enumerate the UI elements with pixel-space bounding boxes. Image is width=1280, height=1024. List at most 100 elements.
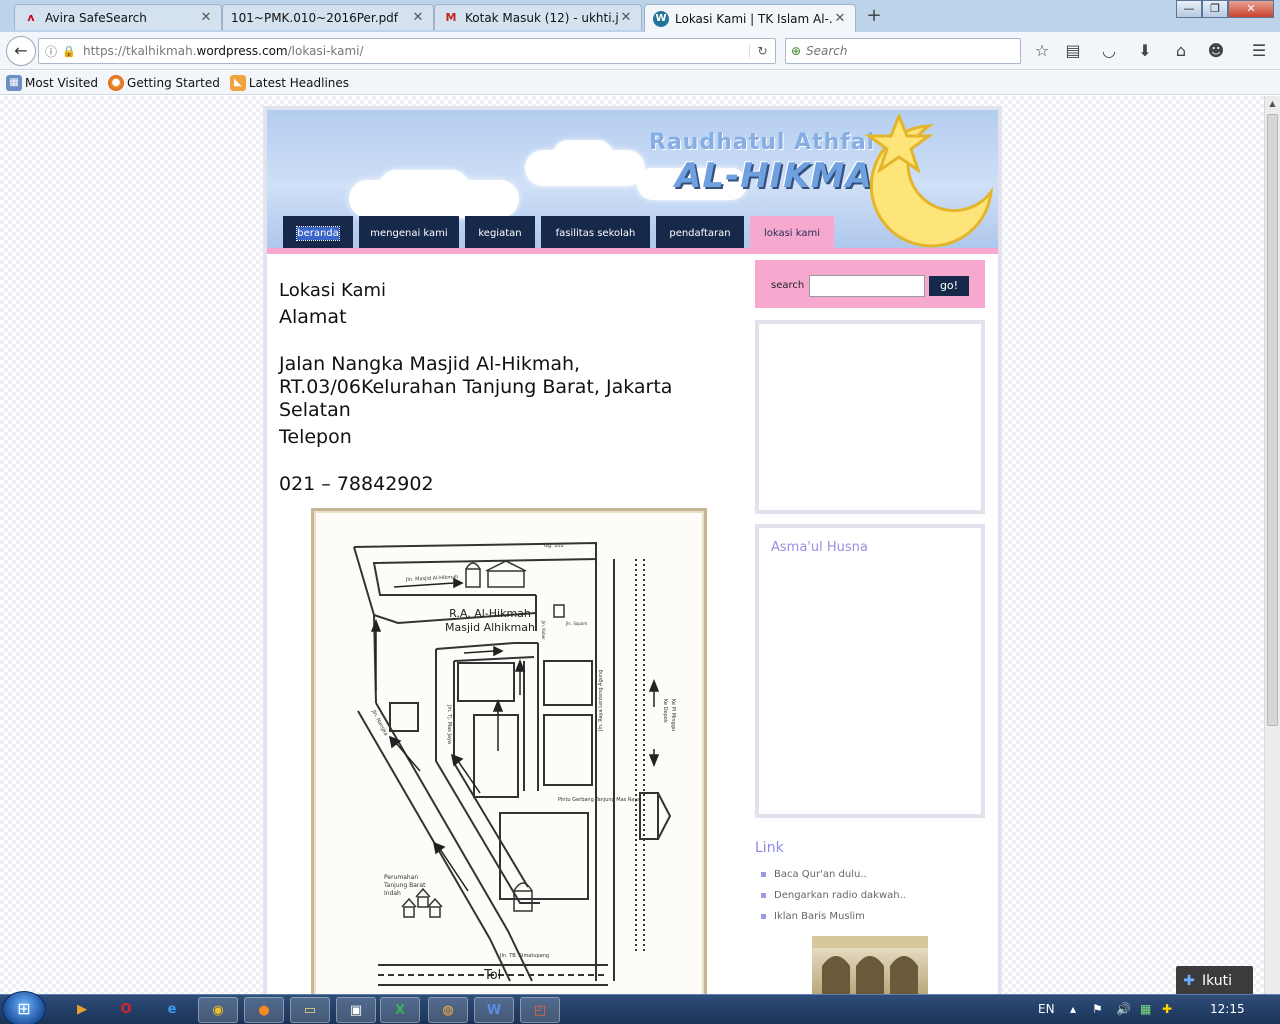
cloud — [379, 170, 469, 204]
app-icon[interactable]: ▣ — [336, 997, 376, 1023]
go-button[interactable]: go! — [929, 276, 969, 296]
firefox-icon: ● — [108, 74, 125, 91]
menu-icon[interactable]: ☰ — [1248, 40, 1270, 62]
network-icon[interactable]: ▦ — [1140, 1002, 1151, 1016]
url-domain: wordpress.com — [196, 44, 288, 58]
nav-pendaftaran[interactable]: pendaftaran — [656, 216, 744, 248]
minimize-button[interactable]: — — [1176, 0, 1202, 18]
widget-title: Asma'ul Husna — [771, 540, 868, 555]
nav-label: fasilitas sekolah — [555, 228, 636, 239]
chat-icon[interactable]: ☻ — [1205, 40, 1227, 62]
internet-explorer-icon[interactable]: e — [152, 997, 192, 1023]
link-item[interactable]: Dengarkan radio dakwah.. — [761, 890, 906, 901]
search-input[interactable] — [806, 44, 1006, 58]
map-housing-label: Tanjung Barat — [383, 882, 426, 889]
map-road-label: Gg. 102 — [544, 543, 564, 549]
bookmarks-toolbar: ▦ Most Visited ● Getting Started ◣ Lates… — [0, 71, 1280, 95]
bookmark-most-visited[interactable]: ▦ Most Visited — [6, 74, 98, 91]
address-bar[interactable]: ⓘ 🔒 https://tkalhikmah.wordpress.com/lok… — [38, 38, 776, 64]
address-line: Selatan — [279, 399, 351, 421]
tab-gmail[interactable]: M Kotak Masuk (12) - ukhti.ju... ✕ — [434, 4, 642, 30]
bookmark-label: Getting Started — [127, 75, 220, 90]
navigation-toolbar: ← ⓘ 🔒 https://tkalhikmah.wordpress.com/l… — [0, 32, 1280, 70]
bookmark-star-icon[interactable]: ☆ — [1031, 40, 1053, 62]
scroll-up-icon[interactable]: ▲ — [1265, 96, 1280, 112]
vertical-scrollbar[interactable]: ▲ — [1264, 96, 1280, 994]
nav-kegiatan[interactable]: kegiatan — [465, 216, 535, 248]
bookmarks-menu-icon[interactable]: ▤ — [1062, 40, 1084, 62]
bullet-icon — [761, 913, 766, 919]
home-icon[interactable]: ⌂ — [1170, 40, 1192, 62]
reload-icon[interactable]: ↻ — [749, 44, 775, 58]
nav-beranda[interactable]: beranda — [283, 216, 353, 248]
lock-icon[interactable]: 🔒 — [61, 45, 77, 58]
bookmark-latest-headlines[interactable]: ◣ Latest Headlines — [229, 74, 349, 91]
start-button[interactable]: ⊞ — [2, 991, 46, 1024]
pdf-reader-icon[interactable]: ◰ — [520, 997, 560, 1023]
tab-lokasi-kami[interactable]: W Lokasi Kami | TK Islam Al-... ✕ — [644, 4, 856, 32]
firefox-taskbar-icon[interactable]: ● — [244, 997, 284, 1023]
info-icon[interactable]: ⓘ — [43, 43, 59, 60]
close-icon[interactable]: ✕ — [199, 10, 213, 25]
tab-title: Lokasi Kami | TK Islam Al-... — [675, 11, 833, 26]
location-map[interactable]: R.A. Al-Hikmah Masjid Alhikmah Gg. 102 J… — [311, 508, 707, 994]
excel-icon[interactable]: X — [380, 997, 420, 1023]
download-icon[interactable]: ⬇ — [1134, 40, 1156, 62]
bookmark-getting-started[interactable]: ● Getting Started — [108, 74, 220, 91]
tab-pdf[interactable]: 101~PMK.010~2016Per.pdf ✕ — [222, 4, 434, 30]
map-gate-label: Pintu Gerbang Tanjung Mas Raya — [558, 797, 640, 803]
word-icon[interactable]: W — [474, 997, 514, 1023]
search-engine-icon[interactable]: ⊕ — [786, 44, 806, 58]
show-hidden-icons-icon[interactable]: ▴ — [1070, 1002, 1076, 1016]
media-player-icon[interactable]: ▶ — [62, 997, 102, 1023]
address-heading: Alamat — [279, 306, 347, 328]
window-close-button[interactable]: ✕ — [1228, 0, 1274, 18]
nav-label: mengenai kami — [370, 228, 448, 239]
security-icon[interactable]: ✚ — [1162, 1002, 1172, 1016]
back-button[interactable]: ← — [6, 36, 36, 66]
tab-title: 101~PMK.010~2016Per.pdf — [231, 10, 399, 25]
scrollbar-thumb[interactable] — [1267, 114, 1278, 726]
url-prefix: https://tkalhikmah. — [83, 44, 197, 58]
opera-icon[interactable]: O — [106, 997, 146, 1023]
site-title[interactable]: Raudhatul Athfal — [649, 130, 875, 155]
explorer-icon[interactable]: ▭ — [290, 997, 330, 1023]
follow-button[interactable]: ✚ Ikuti — [1176, 966, 1253, 996]
nav-mengenai-kami[interactable]: mengenai kami — [359, 216, 459, 248]
clock[interactable]: 12:15 — [1210, 1002, 1245, 1016]
most-visited-icon: ▦ — [6, 74, 22, 91]
nav-fasilitas-sekolah[interactable]: fasilitas sekolah — [541, 216, 650, 248]
map-direction-label: Ke Pl Minggu — [670, 699, 676, 731]
sidebar-search-input[interactable] — [809, 275, 925, 297]
paint-icon[interactable]: ◍ — [428, 997, 468, 1023]
moon-star-icon — [864, 114, 994, 248]
mosque-image[interactable] — [812, 936, 928, 994]
language-indicator[interactable]: EN — [1038, 1002, 1055, 1016]
maximize-button[interactable]: ❐ — [1202, 0, 1228, 18]
nav-lokasi-kami[interactable]: lokasi kami — [750, 216, 834, 248]
link-label[interactable]: Iklan Baris Muslim — [774, 911, 865, 922]
phone-number: 021 – 78842902 — [279, 473, 434, 495]
map-road-label: Jln. Nangka — [370, 708, 389, 737]
link-label[interactable]: Dengarkan radio dakwah.. — [774, 890, 906, 901]
flag-icon[interactable]: ⚑ — [1092, 1002, 1103, 1016]
link-label[interactable]: Baca Qur'an dulu.. — [774, 869, 867, 880]
map-direction-label: Ke Depok — [662, 699, 668, 723]
sidebar-search: search go! — [755, 260, 985, 308]
close-icon[interactable]: ✕ — [619, 10, 633, 25]
close-icon[interactable]: ✕ — [411, 10, 425, 25]
search-label: search — [771, 280, 805, 291]
link-item[interactable]: Baca Qur'an dulu.. — [761, 869, 867, 880]
link-item[interactable]: Iklan Baris Muslim — [761, 911, 865, 922]
bullet-icon — [761, 871, 766, 877]
url-text[interactable]: https://tkalhikmah.wordpress.com/lokasi-… — [83, 44, 749, 58]
pocket-icon[interactable]: ◡ — [1098, 40, 1120, 62]
tab-avira[interactable]: ᴧ Avira SafeSearch ✕ — [14, 4, 222, 30]
main-content: Lokasi Kami Alamat Jalan Nangka Masjid A… — [279, 280, 749, 496]
map-road-label: Jln. Tj. Mas Jaya — [446, 704, 452, 744]
new-tab-button[interactable]: + — [864, 6, 884, 26]
close-icon[interactable]: ✕ — [833, 11, 847, 26]
chrome-icon[interactable]: ◉ — [198, 997, 238, 1023]
search-bar[interactable]: ⊕ — [785, 38, 1021, 64]
volume-icon[interactable]: 🔊 — [1116, 1002, 1131, 1016]
